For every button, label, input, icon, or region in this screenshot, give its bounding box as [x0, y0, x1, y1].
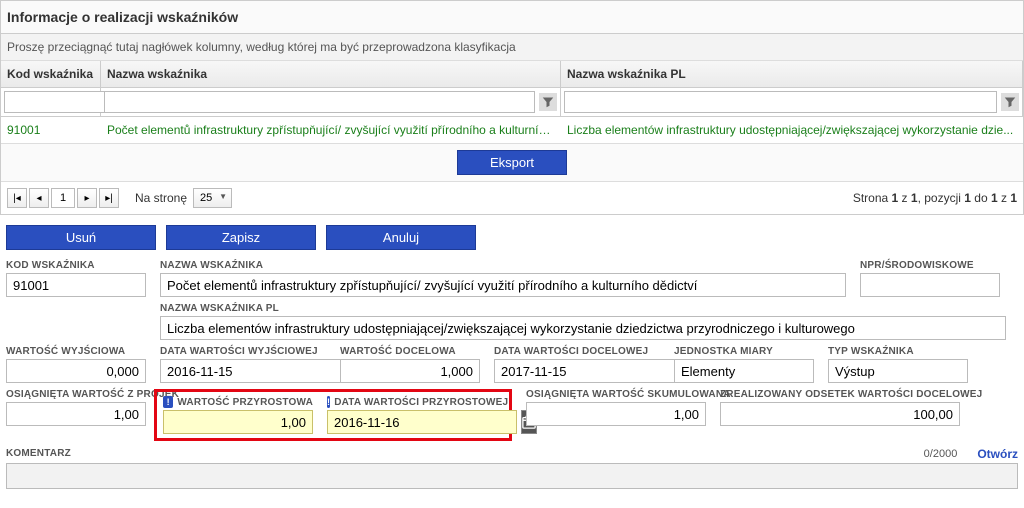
- delete-button[interactable]: Usuń: [6, 225, 156, 250]
- data-wyj-input[interactable]: [160, 359, 350, 383]
- required-icon: !: [327, 396, 330, 408]
- typ-input[interactable]: [828, 359, 968, 383]
- osiag-proj-input[interactable]: [6, 402, 146, 426]
- zreal-label: ZREALIZOWANY ODSETEK WARTOŚCI DOCELOWEJ: [720, 389, 960, 400]
- panel-title: Informacje o realizacji wskaźników: [1, 1, 1023, 34]
- npr-label: NPR/ŚRODOWISKOWE: [860, 260, 1000, 271]
- pager-row: |◂ ◂ ▸ ▸| Na stronę 25 Strona 1 z 1, poz…: [1, 181, 1023, 214]
- required-icon: !: [163, 396, 173, 408]
- komentarz-label: KOMENTARZ: [6, 448, 71, 459]
- filter-icon[interactable]: [539, 93, 557, 111]
- highlighted-fields: ! WARTOŚĆ PRZYROSTOWA ! DATA WARTOŚCI PR…: [154, 389, 512, 441]
- pager-last-button[interactable]: ▸|: [99, 188, 119, 208]
- komentarz-counter: 0/2000: [924, 448, 958, 460]
- col-header-nazwa-pl[interactable]: Nazwa wskaźnika PL: [561, 61, 1023, 87]
- npr-input[interactable]: [860, 273, 1000, 297]
- data-doc-input[interactable]: [494, 359, 684, 383]
- cell-nazwa-pl: Liczba elementów infrastruktury udostępn…: [561, 123, 1023, 137]
- pager-status: Strona 1 z 1, pozycji 1 do 1 z 1: [853, 191, 1017, 205]
- filter-input-nazwa-pl[interactable]: [564, 91, 997, 113]
- pager-page-input[interactable]: [51, 188, 75, 208]
- cancel-button[interactable]: Anuluj: [326, 225, 476, 250]
- cell-nazwa: Počet elementů infrastruktury zpřístupňu…: [101, 123, 561, 137]
- nazwa-pl-label: NAZWA WSKAŹNIKA PL: [160, 303, 1006, 314]
- action-button-row: Usuń Zapisz Anuluj: [0, 215, 1024, 260]
- form-area: KOD WSKAŹNIKA NAZWA WSKAŹNIKA NPR/ŚRODOW…: [0, 260, 1024, 495]
- data-przyr-label: DATA WARTOŚCI PRZYROSTOWEJ: [334, 397, 508, 408]
- osiag-skum-label: OSIĄGNIĘTA WARTOŚĆ SKUMULOWANA: [526, 389, 706, 400]
- wart-przyr-input[interactable]: [163, 410, 313, 434]
- osiag-proj-label: OSIĄGNIĘTA WARTOŚĆ Z PROJEK: [6, 389, 146, 400]
- open-link[interactable]: Otwórz: [977, 447, 1018, 461]
- data-doc-label: DATA WARTOŚCI DOCELOWEJ: [494, 346, 660, 357]
- komentarz-input[interactable]: [6, 463, 1018, 489]
- kod-input[interactable]: [6, 273, 146, 297]
- zreal-input[interactable]: [720, 402, 960, 426]
- typ-label: TYP WSKAŹNIKA: [828, 346, 968, 357]
- nazwa-label: NAZWA WSKAŹNIKA: [160, 260, 846, 271]
- table-row[interactable]: 91001 Počet elementů infrastruktury zpří…: [1, 117, 1023, 143]
- cell-kod: 91001: [1, 123, 101, 137]
- col-header-kod[interactable]: Kod wskaźnika: [1, 61, 101, 87]
- nazwa-pl-input[interactable]: [160, 316, 1006, 340]
- jednostka-label: JEDNOSTKA MIARY: [674, 346, 814, 357]
- pager-first-button[interactable]: |◂: [7, 188, 27, 208]
- col-header-nazwa[interactable]: Nazwa wskaźnika: [101, 61, 561, 87]
- indicators-panel: Informacje o realizacji wskaźników Prosz…: [0, 0, 1024, 215]
- group-drag-hint[interactable]: Proszę przeciągnąć tutaj nagłówek kolumn…: [1, 34, 1023, 61]
- osiag-skum-input[interactable]: [526, 402, 706, 426]
- pager-next-button[interactable]: ▸: [77, 188, 97, 208]
- nazwa-input[interactable]: [160, 273, 846, 297]
- filter-icon[interactable]: [1001, 93, 1019, 111]
- wart-doc-input[interactable]: [340, 359, 480, 383]
- save-button[interactable]: Zapisz: [166, 225, 316, 250]
- per-page-select[interactable]: 25: [193, 188, 232, 208]
- data-przyr-input[interactable]: [327, 410, 517, 434]
- data-wyj-label: DATA WARTOŚCI WYJŚCIOWEJ: [160, 346, 326, 357]
- grid-filter-row: [1, 88, 1023, 117]
- filter-input-nazwa[interactable]: [104, 91, 535, 113]
- export-row: Eksport: [1, 143, 1023, 181]
- per-page-label: Na stronę: [135, 191, 187, 205]
- pager-prev-button[interactable]: ◂: [29, 188, 49, 208]
- wart-doc-label: WARTOŚĆ DOCELOWA: [340, 346, 480, 357]
- export-button[interactable]: Eksport: [457, 150, 567, 175]
- jednostka-input[interactable]: [674, 359, 814, 383]
- kod-label: KOD WSKAŹNIKA: [6, 260, 146, 271]
- wart-przyr-label: WARTOŚĆ PRZYROSTOWA: [177, 397, 313, 408]
- wart-wyj-label: WARTOŚĆ WYJŚCIOWA: [6, 346, 146, 357]
- grid-header-row: Kod wskaźnika Nazwa wskaźnika Nazwa wska…: [1, 61, 1023, 88]
- wart-wyj-input[interactable]: [6, 359, 146, 383]
